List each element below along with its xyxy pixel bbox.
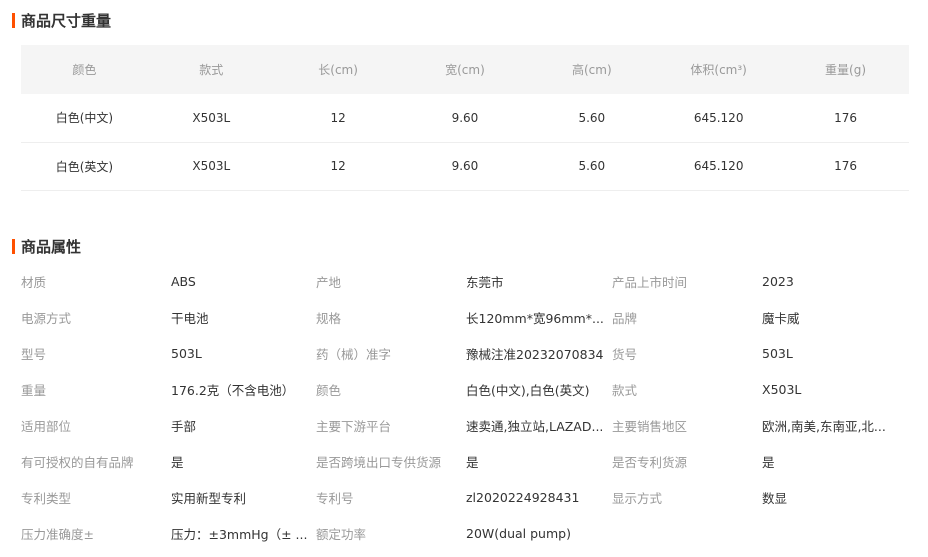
- size-section-title-text: 商品尺寸重量: [21, 11, 112, 30]
- attr-value: 手部: [171, 418, 197, 434]
- cell-style: X503L: [147, 142, 275, 191]
- table-header-row: 颜色 款式 长(cm) 宽(cm) 高(cm) 体积(cm³) 重量(g): [21, 45, 909, 94]
- attr-label: 品牌: [612, 310, 638, 326]
- attr-value: 数显: [762, 490, 788, 506]
- attr-value: zl2020224928431: [466, 489, 580, 505]
- attr-row: 重量 176.2克（不含电池） 颜色 白色(中文),白色(英文) 款式 X503L: [21, 371, 909, 407]
- cell-volume: 645.120: [655, 94, 783, 143]
- attr-label: 专利类型: [21, 490, 72, 506]
- cell-height: 5.60: [528, 94, 656, 143]
- attr-value: ABS: [171, 273, 196, 289]
- cell-length: 12: [274, 142, 402, 191]
- attr-value: 503L: [171, 345, 202, 361]
- attr-label: 主要销售地区: [612, 418, 688, 434]
- attr-row: 材质 ABS 产地 东莞市 产品上市时间 2023: [21, 263, 909, 299]
- attr-section-title: 商品属性: [12, 237, 82, 256]
- attr-section-title-text: 商品属性: [21, 237, 82, 256]
- table-row: 白色(中文) X503L 12 9.60 5.60 645.120 176: [21, 94, 909, 143]
- header-length: 长(cm): [274, 45, 402, 94]
- attr-value: 魔卡威: [762, 310, 800, 326]
- attr-label: 规格: [316, 310, 342, 326]
- size-section-title: 商品尺寸重量: [12, 11, 112, 30]
- attr-value: 压力：±3mmHg（± ...: [171, 526, 308, 542]
- cell-weight: 176: [782, 142, 909, 191]
- attr-row: 有可授权的自有品牌 是 是否跨境出口专供货源 是 是否专利货源 是: [21, 443, 909, 479]
- cell-style: X503L: [147, 94, 275, 143]
- attr-label: 款式: [612, 382, 638, 398]
- attr-value: 20W(dual pump): [466, 525, 571, 541]
- attr-row: 压力准确度± 压力：±3mmHg（± ... 额定功率 20W(dual pump): [21, 515, 909, 551]
- attr-label: 有可授权的自有品牌: [21, 454, 134, 470]
- attr-value: 是: [762, 454, 775, 470]
- attr-value: 实用新型专利: [171, 490, 247, 506]
- attr-label: 重量: [21, 382, 47, 398]
- attr-row: 电源方式 干电池 规格 长120mm*宽96mm*... 品牌 魔卡威: [21, 299, 909, 335]
- title-accent-bar: [12, 12, 15, 28]
- header-width: 宽(cm): [401, 45, 529, 94]
- attr-label: 产地: [316, 274, 342, 290]
- cell-length: 12: [274, 94, 402, 143]
- header-weight: 重量(g): [782, 45, 909, 94]
- attr-value: 欧洲,南美,东南亚,北...: [762, 418, 886, 434]
- attr-label: 主要下游平台: [316, 418, 392, 434]
- attr-label: 专利号: [316, 490, 354, 506]
- cell-volume: 645.120: [655, 142, 783, 191]
- attr-label: 型号: [21, 346, 47, 362]
- attr-label: 颜色: [316, 382, 342, 398]
- table-row: 白色(英文) X503L 12 9.60 5.60 645.120 176: [21, 142, 909, 191]
- attr-label: 压力准确度±: [21, 526, 94, 542]
- cell-weight: 176: [782, 94, 909, 143]
- attributes-grid: 材质 ABS 产地 东莞市 产品上市时间 2023 电源方式 干电池 规格 长120mm*宽96m…: [21, 263, 909, 551]
- title-accent-bar: [12, 238, 15, 254]
- attr-label: 货号: [612, 346, 638, 362]
- attr-label: 额定功率: [316, 526, 367, 542]
- header-height: 高(cm): [528, 45, 656, 94]
- cell-width: 9.60: [401, 94, 529, 143]
- cell-height: 5.60: [528, 142, 656, 191]
- attr-value: 是: [466, 454, 479, 470]
- attr-value: 是: [171, 454, 184, 470]
- attr-label: 是否专利货源: [612, 454, 688, 470]
- attr-value: 2023: [762, 273, 794, 289]
- header-volume: 体积(cm³): [655, 45, 783, 94]
- attr-value: 豫械注准20232070834: [466, 346, 604, 362]
- header-color: 颜色: [21, 45, 148, 94]
- attr-row: 适用部位 手部 主要下游平台 速卖通,独立站,LAZAD... 主要销售地区 欧洲,南美,…: [21, 407, 909, 443]
- cell-color: 白色(英文): [21, 142, 148, 191]
- attr-value: 白色(中文),白色(英文): [466, 382, 590, 398]
- attr-label: 产品上市时间: [612, 274, 688, 290]
- cell-color: 白色(中文): [21, 94, 148, 143]
- attr-row: 专利类型 实用新型专利 专利号 zl2020224928431 显示方式 数显: [21, 479, 909, 515]
- attr-value: 长120mm*宽96mm*...: [466, 310, 604, 326]
- attr-value: 503L: [762, 345, 793, 361]
- attr-label: 电源方式: [21, 310, 72, 326]
- attr-value: 176.2克（不含电池）: [171, 382, 295, 398]
- attr-value: 干电池: [171, 310, 209, 326]
- attr-label: 材质: [21, 274, 47, 290]
- attr-label: 显示方式: [612, 490, 663, 506]
- attr-value: 东莞市: [466, 274, 504, 290]
- attr-label: 药（械）准字: [316, 346, 392, 362]
- attr-value: 速卖通,独立站,LAZAD...: [466, 418, 604, 434]
- attr-label: 适用部位: [21, 418, 72, 434]
- attr-label: 是否跨境出口专供货源: [316, 454, 442, 470]
- size-weight-table: 颜色 款式 长(cm) 宽(cm) 高(cm) 体积(cm³) 重量(g) 白色…: [21, 45, 909, 191]
- attr-row: 型号 503L 药（械）准字 豫械注准20232070834 货号 503L: [21, 335, 909, 371]
- attr-value: X503L: [762, 381, 802, 397]
- cell-width: 9.60: [401, 142, 529, 191]
- header-style: 款式: [147, 45, 275, 94]
